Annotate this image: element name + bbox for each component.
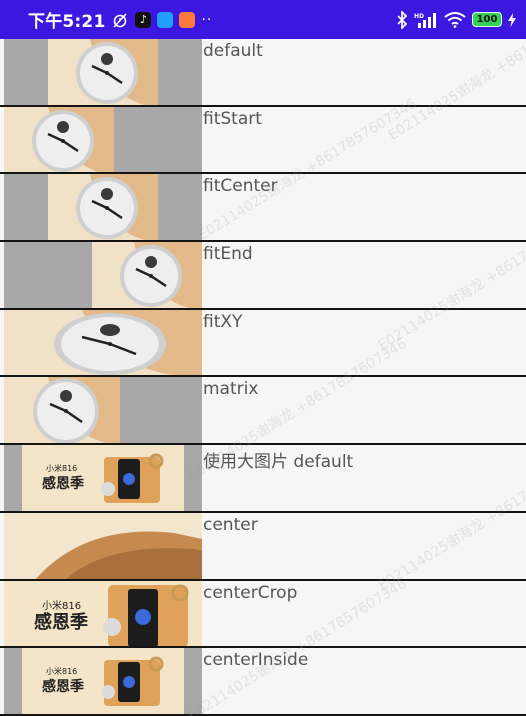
scale-type-label: default	[203, 41, 263, 61]
charging-icon	[508, 12, 516, 27]
list-item[interactable]: fitStart	[0, 106, 526, 175]
banner-image: 小米816 感恩季	[4, 580, 202, 647]
signal-hd-icon: HD	[414, 12, 438, 28]
list-item[interactable]: fitCenter	[0, 174, 526, 243]
watch-icon	[92, 242, 202, 308]
list-item[interactable]: 小米816 感恩季 使用大图片 default	[0, 445, 526, 513]
status-time: 下午5:21	[28, 12, 106, 32]
watch-image	[4, 242, 202, 308]
list-item[interactable]: 小米816 感恩季 centerCrop	[0, 580, 526, 649]
app-notification-icon	[157, 11, 174, 28]
banner-title: 感恩季	[42, 476, 84, 493]
watch-image	[4, 39, 202, 105]
shopping-app-icon	[179, 11, 196, 28]
watch-icon	[48, 174, 158, 241]
watch-image	[4, 377, 202, 444]
status-bar-left: 下午5:21 ♪ ··	[28, 7, 212, 32]
tiktok-app-icon: ♪	[135, 11, 152, 28]
scale-type-label: center	[203, 514, 258, 535]
scale-type-label: fitCenter	[203, 176, 278, 197]
scale-type-label: fitStart	[203, 108, 262, 129]
more-notifications-icon: ··	[201, 11, 213, 28]
scale-type-label: fitEnd	[203, 244, 253, 265]
banner-image: 小米816 感恩季	[4, 445, 202, 511]
watch-image	[4, 106, 202, 173]
watch-icon	[4, 106, 114, 173]
watch-icon	[48, 39, 158, 105]
banner-title: 感恩季	[34, 611, 88, 633]
scale-type-label: 使用大图片 default	[203, 452, 354, 473]
list-item[interactable]: fitXY	[0, 309, 526, 378]
list-item[interactable]: matrix	[0, 377, 526, 446]
promo-banner-icon	[22, 445, 184, 511]
list-item[interactable]: 小米816 感恩季 centerInside	[0, 648, 526, 716]
watch-strap-icon	[4, 512, 202, 579]
scale-type-label: centerCrop	[203, 582, 298, 603]
bluetooth-icon	[396, 10, 408, 29]
watch-image	[4, 174, 202, 241]
watch-icon	[4, 309, 202, 376]
svg-text:HD: HD	[414, 13, 424, 20]
banner-title: 感恩季	[42, 679, 84, 696]
scale-type-label: fitXY	[203, 311, 243, 332]
scale-type-list[interactable]: default fitStart fitCenter fitEnd fitXY …	[0, 39, 526, 716]
banner-image	[4, 512, 202, 579]
list-item[interactable]: center	[0, 512, 526, 581]
scale-type-label: matrix	[203, 379, 259, 400]
list-item[interactable]: default	[0, 39, 526, 107]
list-item[interactable]: fitEnd	[0, 242, 526, 310]
banner-image: 小米816 感恩季	[4, 648, 202, 714]
alarm-muted-icon	[111, 11, 129, 29]
status-bar: 下午5:21 ♪ ·· HD 100	[0, 0, 526, 39]
watch-icon	[4, 377, 120, 444]
promo-banner-icon	[22, 648, 184, 714]
status-bar-right: HD 100	[396, 10, 516, 29]
battery-indicator: 100	[472, 12, 502, 27]
wifi-icon	[444, 11, 466, 28]
scale-type-label: centerInside	[203, 650, 309, 671]
watch-image	[4, 309, 202, 376]
